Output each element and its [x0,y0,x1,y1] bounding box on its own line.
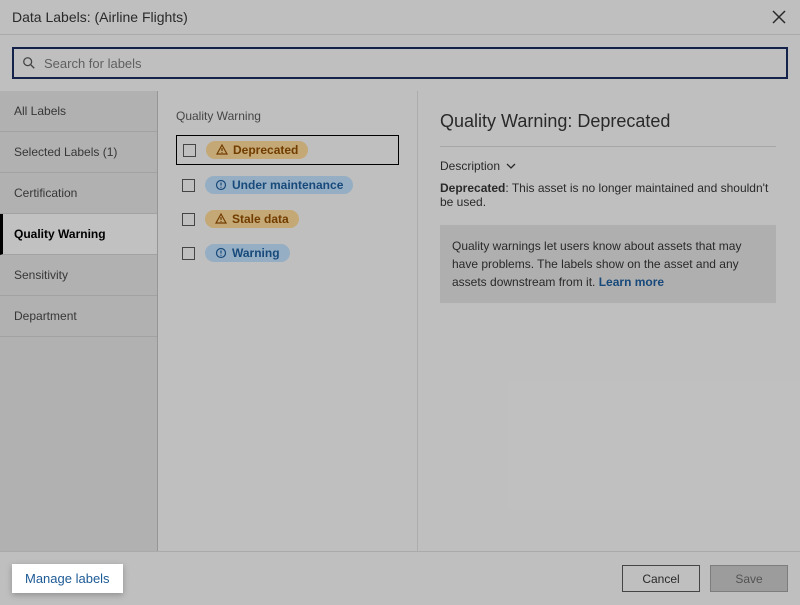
label-text: Deprecated [233,143,298,157]
label-list-panel: Quality Warning Deprecated Under mainten… [158,91,418,551]
label-text: Stale data [232,212,289,226]
label-row-warning[interactable]: Warning [176,239,399,267]
sidebar-item-certification[interactable]: Certification [0,173,157,214]
label-pill: Deprecated [206,141,308,159]
close-icon [772,10,786,24]
warning-icon [216,144,228,156]
label-group-title: Quality Warning [176,109,399,123]
manage-labels-link[interactable]: Manage labels [12,564,123,593]
chevron-down-icon [506,161,516,171]
learn-more-link[interactable]: Learn more [599,275,664,289]
detail-title: Quality Warning: Deprecated [440,111,776,132]
info-note: Quality warnings let users know about as… [440,225,776,303]
detail-panel: Quality Warning: Deprecated Description … [418,91,800,551]
label-pill: Under maintenance [205,176,353,194]
search-field[interactable] [12,47,788,79]
sidebar-item-selected-labels[interactable]: Selected Labels (1) [0,132,157,173]
description-body: Deprecated: This asset is no longer main… [440,181,776,209]
info-icon [215,247,227,259]
label-pill: Warning [205,244,290,262]
search-input[interactable] [44,56,778,71]
label-text: Warning [232,246,280,260]
dialog-title: Data Labels: (Airline Flights) [12,9,188,25]
checkbox-deprecated[interactable] [183,144,196,157]
sidebar-item-quality-warning[interactable]: Quality Warning [0,214,157,255]
label-text: Under maintenance [232,178,343,192]
close-button[interactable] [770,8,788,26]
sidebar-item-all-labels[interactable]: All Labels [0,91,157,132]
label-row-stale-data[interactable]: Stale data [176,205,399,233]
sidebar: All Labels Selected Labels (1) Certifica… [0,91,158,551]
checkbox-warning[interactable] [182,247,195,260]
sidebar-item-sensitivity[interactable]: Sensitivity [0,255,157,296]
description-term: Deprecated [440,181,505,195]
description-heading: Description [440,159,500,173]
checkbox-under-maintenance[interactable] [182,179,195,192]
save-button[interactable]: Save [710,565,788,592]
sidebar-item-department[interactable]: Department [0,296,157,337]
label-row-deprecated[interactable]: Deprecated [176,135,399,165]
info-text: Quality warnings let users know about as… [452,239,741,289]
label-row-under-maintenance[interactable]: Under maintenance [176,171,399,199]
label-pill: Stale data [205,210,299,228]
description-toggle[interactable]: Description [440,159,776,173]
maintenance-icon [215,179,227,191]
search-icon [22,56,36,70]
warning-icon [215,213,227,225]
cancel-button[interactable]: Cancel [622,565,700,592]
checkbox-stale-data[interactable] [182,213,195,226]
